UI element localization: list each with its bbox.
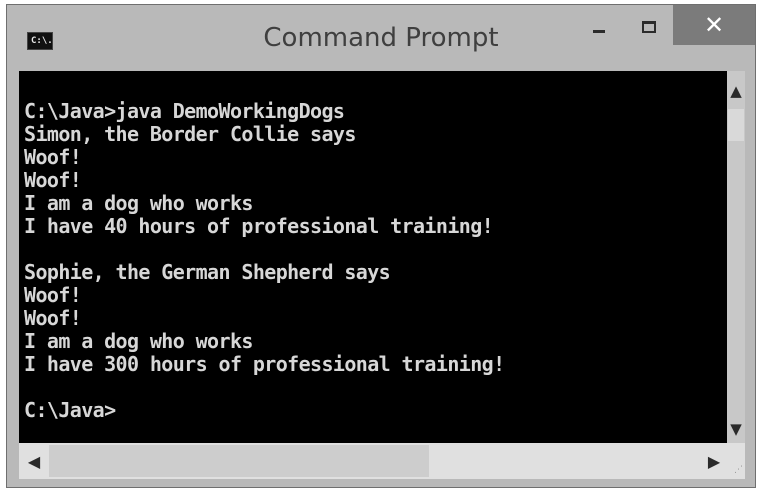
minimize-button[interactable] bbox=[579, 5, 619, 49]
console-line: I am a dog who works bbox=[24, 191, 253, 215]
close-icon: ✕ bbox=[703, 11, 725, 39]
console-prompt-line: C:\Java> bbox=[24, 398, 116, 422]
console-line: Woof! bbox=[24, 283, 82, 307]
chevron-left-icon[interactable]: ◀ bbox=[21, 443, 47, 479]
console-output[interactable]: C:\Java>java DemoWorkingDogs Simon, the … bbox=[19, 71, 727, 443]
chevron-up-icon[interactable]: ▲ bbox=[727, 79, 745, 103]
console-line: Sophie, the German Shepherd says bbox=[24, 260, 391, 284]
vertical-scrollbar[interactable]: ▲ ▼ bbox=[727, 71, 745, 443]
console-line: C:\Java>java DemoWorkingDogs bbox=[24, 99, 345, 123]
close-button[interactable]: ✕ bbox=[673, 5, 755, 45]
resize-grip-icon: ⋰ bbox=[734, 465, 743, 475]
maximize-button[interactable] bbox=[629, 5, 669, 49]
console-line: I have 40 hours of professional training… bbox=[24, 214, 494, 238]
app-icon-glyph: C:\. bbox=[31, 36, 53, 46]
chevron-down-icon[interactable]: ▼ bbox=[727, 417, 745, 441]
console-client-area: C:\Java>java DemoWorkingDogs Simon, the … bbox=[19, 71, 745, 479]
horizontal-scrollbar[interactable]: ◀ ▶ bbox=[19, 443, 727, 479]
command-prompt-window: C:\. Command Prompt ✕ C:\Java>java DemoW… bbox=[6, 4, 756, 488]
console-line: Simon, the Border Collie says bbox=[24, 122, 356, 146]
title-bar[interactable]: C:\. Command Prompt ✕ bbox=[7, 5, 755, 71]
vertical-scroll-thumb[interactable] bbox=[728, 109, 744, 141]
console-line: Woof! bbox=[24, 168, 82, 192]
console-line: I am a dog who works bbox=[24, 329, 253, 353]
minimize-icon bbox=[593, 29, 605, 33]
size-grip[interactable]: ⋰ bbox=[727, 443, 745, 479]
console-line: I have 300 hours of professional trainin… bbox=[24, 352, 505, 376]
chevron-right-icon[interactable]: ▶ bbox=[701, 443, 727, 479]
console-line: Woof! bbox=[24, 306, 82, 330]
horizontal-scroll-thumb[interactable] bbox=[49, 445, 429, 477]
console-line: Woof! bbox=[24, 145, 82, 169]
console-app-icon[interactable]: C:\. bbox=[27, 32, 53, 50]
maximize-icon bbox=[642, 21, 656, 33]
